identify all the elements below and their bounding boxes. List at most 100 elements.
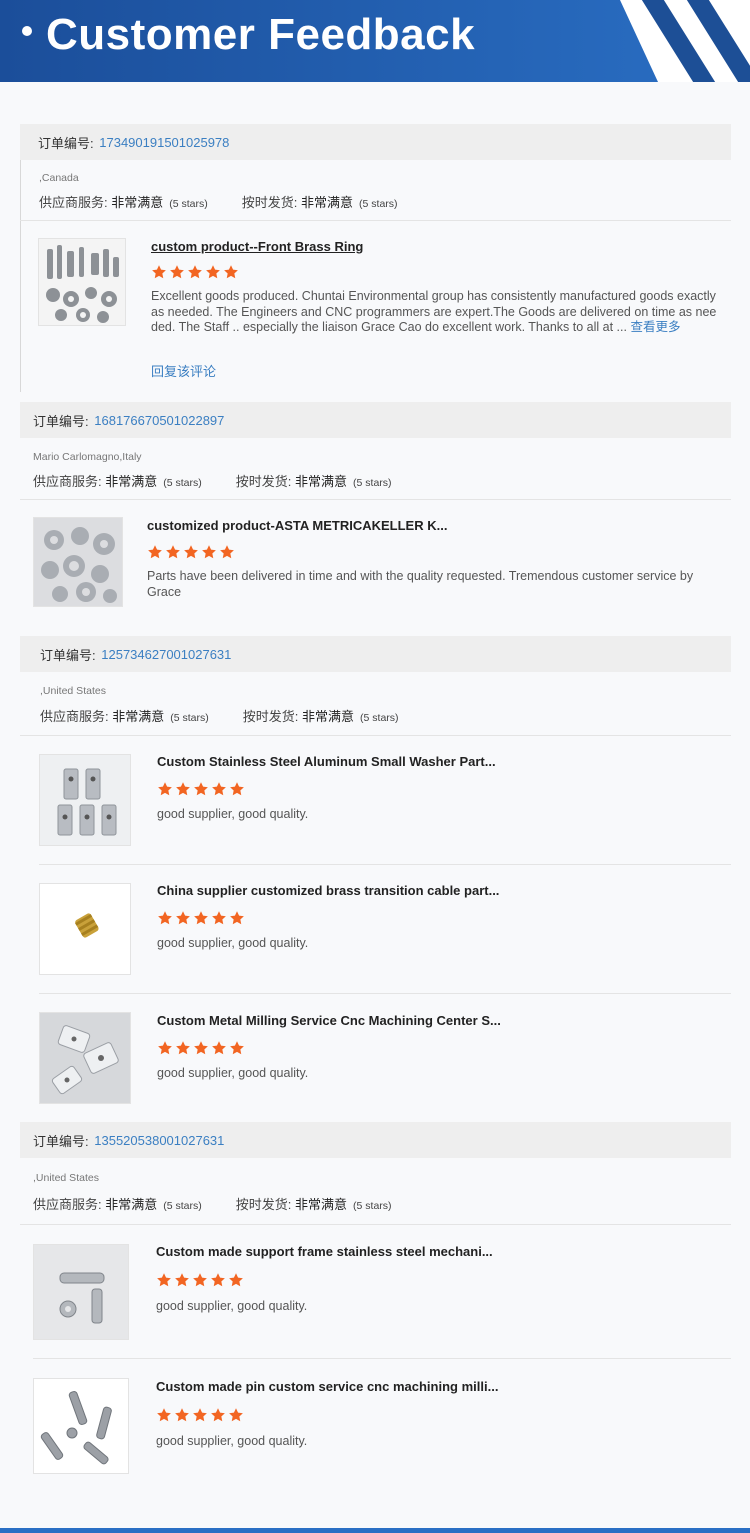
product-title-link[interactable]: Custom made pin custom service cnc machi… [156, 1379, 716, 1394]
star-icon [206, 265, 220, 279]
supplier-service-stars: (5 stars) [163, 477, 202, 489]
order-number[interactable]: 135520538001027631 [94, 1133, 224, 1148]
star-icon [212, 782, 226, 796]
bullet-icon [22, 26, 32, 37]
order-header: 订单编号: 168176670501022897 [20, 402, 731, 438]
star-icon [194, 1041, 208, 1055]
review-text: Parts have been delivered in time and wi… [147, 569, 694, 599]
star-icon [220, 545, 234, 559]
star-icon [194, 782, 208, 796]
star-icon [157, 1408, 171, 1422]
product-thumbnail[interactable] [38, 238, 126, 326]
star-icon [202, 545, 216, 559]
star-icon [170, 265, 184, 279]
review-text: good supplier, good quality. [157, 1066, 309, 1080]
supplier-service-label: 供应商服务: [33, 474, 102, 489]
product-title-link[interactable]: Custom made support frame stainless stee… [156, 1244, 716, 1259]
supplier-service-stars: (5 stars) [169, 198, 208, 210]
product-title-link[interactable]: custom product--Front Brass Ring [151, 239, 711, 254]
order-number-label: 订单编号: [33, 1133, 89, 1149]
product-thumbnail[interactable] [39, 754, 131, 846]
star-icon [193, 1408, 207, 1422]
product-thumbnail[interactable] [39, 1012, 131, 1104]
star-icon [176, 911, 190, 925]
star-icon [158, 1041, 172, 1055]
customer-location: ,Canada [39, 172, 79, 184]
star-icon [212, 1041, 226, 1055]
star-icon [176, 1041, 190, 1055]
card-border [20, 124, 21, 392]
product-thumbnail[interactable] [33, 1378, 129, 1474]
review-text: good supplier, good quality. [157, 936, 309, 950]
star-rating [157, 1040, 245, 1056]
product-title-link[interactable]: customized product-ASTA METRICAKELLER K.… [147, 518, 707, 533]
order-header: 订单编号: 125734627001027631 [20, 636, 731, 672]
on-time-stars: (5 stars) [359, 198, 398, 210]
star-icon [212, 911, 226, 925]
order-number[interactable]: 125734627001027631 [101, 647, 231, 662]
star-icon [158, 911, 172, 925]
customer-location: Mario Carlomagno,Italy [33, 451, 142, 463]
order-number[interactable]: 168176670501022897 [94, 413, 224, 428]
supplier-service-value: 非常满意 [111, 195, 164, 210]
on-time-value: 非常满意 [295, 1197, 348, 1212]
divider [39, 864, 731, 865]
product-title-link[interactable]: Custom Metal Milling Service Cnc Machini… [157, 1013, 717, 1028]
review-text: good supplier, good quality. [157, 807, 309, 821]
ratings-row: 供应商服务: 非常满意 (5 stars) 按时发货: 非常满意 (5 stars) [33, 471, 392, 490]
star-icon [158, 782, 172, 796]
customer-location: ,United States [40, 685, 106, 697]
star-rating [151, 264, 239, 280]
product-thumbnail[interactable] [33, 517, 123, 607]
star-icon [148, 545, 162, 559]
supplier-service-label: 供应商服务: [39, 195, 108, 210]
ratings-row: 供应商服务: 非常满意 (5 stars) 按时发货: 非常满意 (5 stars) [39, 192, 398, 211]
on-time-value: 非常满意 [295, 474, 348, 489]
supplier-service-value: 非常满意 [105, 474, 158, 489]
star-icon [211, 1408, 225, 1422]
order-header: 订单编号: 135520538001027631 [20, 1122, 731, 1158]
product-thumbnail[interactable] [39, 883, 131, 975]
star-icon [184, 545, 198, 559]
supplier-service-label: 供应商服务: [40, 709, 109, 724]
star-rating [147, 544, 235, 560]
star-rating [157, 910, 245, 926]
divider [33, 1358, 731, 1359]
footer-accent-line [0, 1528, 750, 1533]
page-title: Customer Feedback [22, 10, 475, 60]
star-icon [188, 265, 202, 279]
on-time-stars: (5 stars) [353, 1200, 392, 1212]
product-title-link[interactable]: China supplier customized brass transiti… [157, 883, 717, 898]
review-text: good supplier, good quality. [156, 1299, 308, 1313]
star-icon [166, 545, 180, 559]
ratings-row: 供应商服务: 非常满意 (5 stars) 按时发货: 非常满意 (5 stars) [40, 706, 399, 725]
divider [20, 220, 731, 221]
order-number[interactable]: 173490191501025978 [99, 135, 229, 150]
star-rating [157, 781, 245, 797]
banner-decoration [620, 0, 750, 82]
supplier-service-label: 供应商服务: [33, 1197, 102, 1212]
on-time-label: 按时发货: [235, 1197, 292, 1212]
reply-link[interactable]: 回复该评论 [151, 361, 216, 380]
supplier-service-stars: (5 stars) [170, 712, 209, 724]
see-more-link[interactable]: 查看更多 [630, 320, 680, 334]
order-number-label: 订单编号: [33, 413, 89, 429]
star-icon [229, 1408, 243, 1422]
product-thumbnail[interactable] [33, 1244, 129, 1340]
star-icon [176, 782, 190, 796]
star-icon [175, 1408, 189, 1422]
star-rating [156, 1407, 244, 1423]
customer-location: ,United States [33, 1172, 99, 1184]
supplier-service-value: 非常满意 [105, 1197, 158, 1212]
star-icon [157, 1273, 171, 1287]
star-icon [194, 911, 208, 925]
order-number-label: 订单编号: [40, 647, 96, 663]
on-time-label: 按时发货: [241, 195, 298, 210]
star-icon [229, 1273, 243, 1287]
supplier-service-value: 非常满意 [112, 709, 165, 724]
product-title-link[interactable]: Custom Stainless Steel Aluminum Small Wa… [157, 754, 717, 769]
review-text: good supplier, good quality. [156, 1434, 308, 1448]
order-number-label: 订单编号: [38, 135, 94, 151]
divider [20, 1224, 731, 1225]
ratings-row: 供应商服务: 非常满意 (5 stars) 按时发货: 非常满意 (5 stars) [33, 1194, 392, 1213]
